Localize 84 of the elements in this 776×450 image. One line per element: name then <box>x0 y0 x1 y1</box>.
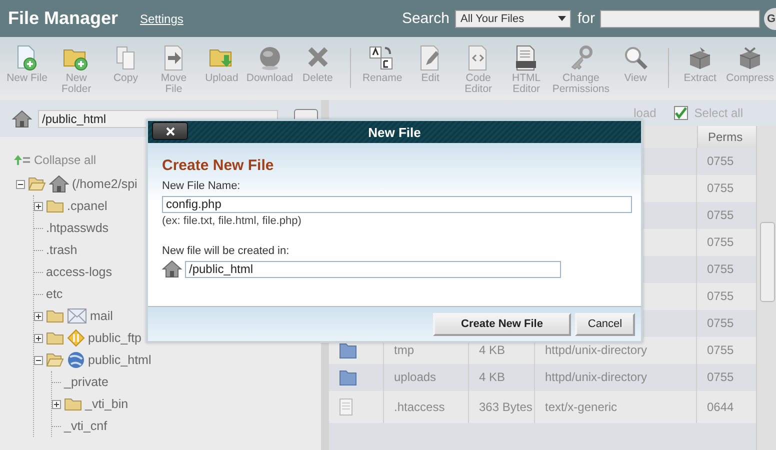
select-all-checkbox[interactable] <box>674 106 688 120</box>
html-document-icon <box>514 45 538 71</box>
collapse-icon <box>14 155 30 165</box>
folder-icon <box>46 199 64 213</box>
globe-icon <box>67 351 85 369</box>
magnifier-icon <box>622 45 649 71</box>
tree-item[interactable]: _private <box>64 375 108 389</box>
close-button[interactable] <box>152 122 188 140</box>
toolbar-button[interactable]: Code Editor <box>454 45 502 95</box>
permissions: 0755 <box>707 371 734 384</box>
tree-item[interactable]: (/home2/spi <box>72 177 138 191</box>
go-button[interactable]: G <box>764 8 776 30</box>
open-folder-icon <box>46 353 64 367</box>
scrollbar[interactable] <box>756 126 776 450</box>
file-size: 4 KB <box>479 371 506 384</box>
file-name[interactable]: tmp <box>394 344 414 357</box>
expand-toggle[interactable] <box>34 356 43 364</box>
toolbar-button[interactable]: Move File <box>150 45 198 95</box>
file-size: 4 KB <box>479 344 506 357</box>
folder-icon <box>64 397 82 411</box>
envelope-icon <box>67 308 87 324</box>
new-file-icon <box>15 45 39 71</box>
house-icon <box>12 110 32 128</box>
location-field[interactable]: /public_html <box>185 260 561 278</box>
permissions: 0755 <box>707 290 734 303</box>
tree-item[interactable]: .cpanel <box>67 199 108 213</box>
toolbar-button[interactable]: Change Permissions <box>550 45 612 95</box>
create-button[interactable]: Create New File <box>433 312 571 336</box>
expand-toggle[interactable] <box>34 202 43 210</box>
tree-item[interactable]: _vti_bin <box>85 397 128 411</box>
file-name[interactable]: .htaccess <box>394 400 445 414</box>
toolbar-button[interactable]: New Folder <box>51 45 102 95</box>
document-icon <box>339 398 353 416</box>
file-type: httpd/unix-directory <box>545 371 648 384</box>
settings-link[interactable]: Settings <box>140 12 184 26</box>
search-label: Search <box>402 10 450 27</box>
close-icon <box>166 126 174 136</box>
expand-toggle[interactable] <box>34 312 43 320</box>
app-title: File Manager <box>8 8 118 29</box>
permissions: 0755 <box>707 209 734 222</box>
cancel-button[interactable]: Cancel <box>575 312 635 336</box>
permissions: 0755 <box>707 155 734 168</box>
hint-text: (ex: file.txt, file.html, file.php) <box>162 215 302 227</box>
permissions: 0755 <box>707 182 734 195</box>
tree-item[interactable]: .htpasswds <box>46 221 109 235</box>
column-header[interactable]: Perms <box>697 126 756 148</box>
for-label: for <box>577 10 595 27</box>
tree-item[interactable]: access-logs <box>46 265 112 279</box>
folder-icon <box>339 370 357 386</box>
field-label: New File Name: <box>162 180 242 192</box>
expand-toggle[interactable] <box>16 180 25 188</box>
file-name[interactable]: uploads <box>394 371 436 384</box>
rename-icon <box>369 45 396 71</box>
collapse-all-link[interactable]: Collapse all <box>34 153 96 167</box>
house-icon <box>162 260 182 278</box>
expand-toggle[interactable] <box>52 400 61 408</box>
permissions: 0755 <box>707 317 734 330</box>
tree-item[interactable]: etc <box>46 287 63 301</box>
folder-icon <box>46 309 64 323</box>
dialog-title: New File <box>368 124 421 140</box>
search-scope-dropdown[interactable]: All Your Files <box>455 10 572 28</box>
file-type: text/x-generic <box>545 400 618 414</box>
house-icon <box>49 175 69 193</box>
file-type: httpd/unix-directory <box>545 344 648 357</box>
tree-item[interactable]: .trash <box>46 243 78 257</box>
tree-item[interactable]: public_ftp <box>88 331 142 345</box>
file-size: 363 Bytes <box>479 400 532 414</box>
dialog-heading: Create New File <box>162 157 275 174</box>
permissions: 0755 <box>707 263 734 276</box>
diamond-arrows-icon <box>67 329 85 347</box>
tree-item[interactable]: _vti_cnf <box>64 419 108 433</box>
caret-icon <box>558 16 566 21</box>
search-field[interactable] <box>600 10 760 28</box>
toolbar-button[interactable]: HTML Editor <box>502 45 550 95</box>
folder-icon <box>46 331 64 345</box>
permissions: 0755 <box>707 344 734 357</box>
tree-item[interactable]: public_html <box>88 353 152 367</box>
permissions: 0755 <box>707 236 734 249</box>
field-label: New file will be created in: <box>162 245 290 257</box>
permissions: 0644 <box>707 400 734 414</box>
tree-item[interactable]: mail <box>90 309 113 323</box>
file-name-field[interactable]: config.php <box>162 196 632 213</box>
open-folder-icon <box>28 177 46 191</box>
expand-toggle[interactable] <box>34 334 43 342</box>
